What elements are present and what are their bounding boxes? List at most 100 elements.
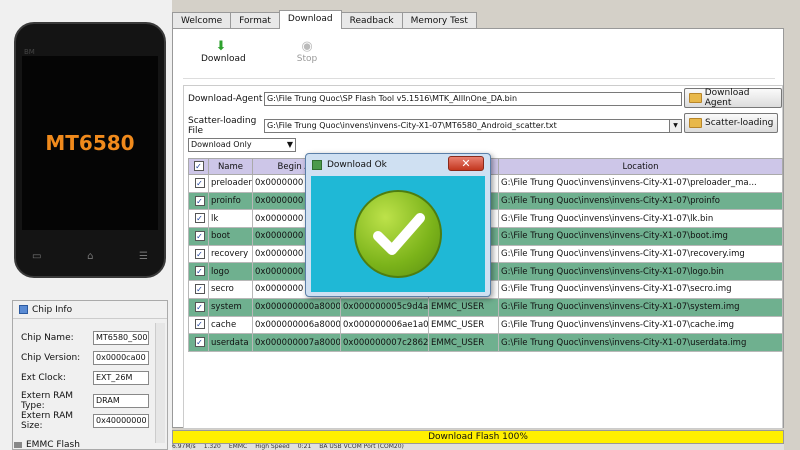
table-row[interactable]: ✓system0x000000000a8000000x000000005c9d4… [188,297,783,317]
chip-name-value: MT6580_S00 [93,331,149,345]
cell-name: proinfo [208,191,253,211]
left-pane: BM MT6580 ▭ ⌂ ☰ Chip Info Chip Name: MT6… [0,0,172,450]
emmc-icon [14,442,22,448]
cell-end: 0x000000006ae1a0cf [340,315,429,335]
row-checkbox[interactable]: ✓ [188,244,209,264]
status-speed: 6.97M/s [172,444,196,450]
checkbox-icon[interactable]: ✓ [194,301,205,312]
ram-size-label: Extern RAM Size: [21,411,73,431]
scatter-loading-button[interactable]: Scatter-loading [684,113,779,133]
chip-version-label: Chip Version: [21,353,81,363]
download-agent-row: Download-Agent G:\File Trung Quoc\SP Fla… [188,92,682,106]
table-row[interactable]: ✓userdata0x000000007a8000000x000000007c2… [188,333,783,352]
folder-icon [689,118,702,128]
checkbox-icon[interactable]: ✓ [194,230,205,241]
scatter-dropdown-icon[interactable]: ▼ [670,119,682,133]
cell-end: 0x000000007c28624f [340,333,429,352]
tab-download[interactable]: Download [278,10,342,29]
status-usb-speed: High Speed [255,444,290,450]
row-checkbox[interactable]: ✓ [188,174,209,193]
phone-softkeys: ▭ ⌂ ☰ [32,251,148,262]
checkbox-icon[interactable]: ✓ [194,195,205,206]
download-agent-button[interactable]: Download Agent [684,88,782,108]
progress-bar: Download Flash 100% [172,430,784,444]
tab-readback[interactable]: Readback [340,12,403,29]
cell-name: recovery [208,244,253,264]
menu-key-icon: ☰ [139,251,148,262]
chip-info-panel: Chip Info Chip Name: MT6580_S00 Chip Ver… [12,300,168,450]
progress-text: Download Flash 100% [428,432,528,442]
cell-name: logo [208,262,253,282]
download-mode-value: Download Only [191,140,252,149]
chip-version-value: 0x0000ca00 [93,351,149,365]
cell-begin: 0x000000006a800000 [252,315,341,335]
emmc-flash-header: EMMC Flash [14,440,80,450]
cell-location: G:\File Trung Quoc\invens\invens-City-X1… [498,333,783,352]
tab-memory-test[interactable]: Memory Test [401,12,477,29]
checkbox-icon[interactable]: ✓ [194,248,205,259]
download-mode-select[interactable]: Download Only ▼ [188,138,296,152]
phone-brand: BM [24,48,35,56]
ext-clock-row: Ext Clock: EXT_26M [21,371,149,385]
ram-type-value: DRAM [93,394,149,408]
cell-location: G:\File Trung Quoc\invens\invens-City-X1… [498,209,783,229]
emmc-label: EMMC Flash [26,440,80,450]
checkbox-icon[interactable]: ✓ [194,213,205,224]
ram-size-value: 0x40000000 [93,414,149,428]
dialog-body [311,176,485,292]
ext-clock-label: Ext Clock: [21,373,66,383]
window-right-edge [784,0,800,450]
table-row[interactable]: ✓cache0x000000006a8000000x000000006ae1a0… [188,315,783,335]
chip-info-title: Chip Info [32,304,73,315]
row-checkbox[interactable]: ✓ [188,191,209,211]
checkbox-icon[interactable]: ✓ [194,266,205,277]
select-all-checkbox[interactable]: ✓ [188,158,209,175]
cell-begin: 0x000000000a800000 [252,297,341,317]
checkbox-icon[interactable]: ✓ [194,283,205,294]
tab-welcome[interactable]: Welcome [172,12,232,29]
chip-name-label: Chip Name: [21,333,74,343]
chip-info-header: Chip Info [13,301,167,319]
back-key-icon: ▭ [32,251,42,262]
row-checkbox[interactable]: ✓ [188,315,209,335]
dialog-close-button[interactable]: ✕ [448,156,484,171]
chip-name-row: Chip Name: MT6580_S00 [21,331,149,345]
status-size: 1.320 [203,444,221,450]
chip-info-icon [19,305,28,314]
status-port: BA USB VCOM Port (COM20) [319,444,404,450]
cell-location: G:\File Trung Quoc\invens\invens-City-X1… [498,315,783,335]
cell-location: G:\File Trung Quoc\invens\invens-City-X1… [498,174,783,193]
status-bar: 6.97M/s 1.320 EMMC High Speed 0:21 BA US… [172,444,784,450]
row-checkbox[interactable]: ✓ [188,209,209,229]
chevron-down-icon: ▼ [286,140,293,149]
row-checkbox[interactable]: ✓ [188,280,209,299]
tab-bar: Welcome Format Download Readback Memory … [172,10,477,29]
col-location: Location [498,158,783,175]
chip-version-row: Chip Version: 0x0000ca00 [21,351,149,365]
phone-screen: MT6580 [22,56,158,230]
row-checkbox[interactable]: ✓ [188,227,209,246]
download-agent-button-label: Download Agent [704,88,750,108]
cell-location: G:\File Trung Quoc\invens\invens-City-X1… [498,227,783,246]
scatter-path[interactable]: G:\File Trung Quoc\invens\invens-City-X1… [264,119,670,133]
checkbox-icon[interactable]: ✓ [194,177,205,188]
cell-end: 0x000000005c9d4abf [340,297,429,317]
row-checkbox[interactable]: ✓ [188,333,209,352]
dialog-title: Download Ok [327,160,387,170]
tab-format[interactable]: Format [230,12,280,29]
cell-name: system [208,297,253,317]
cell-location: G:\File Trung Quoc\invens\invens-City-X1… [498,280,783,299]
scatter-loading-button-label: Scatter-loading [705,118,774,128]
download-agent-path[interactable]: G:\File Trung Quoc\SP Flash Tool v5.1516… [264,92,682,106]
row-checkbox[interactable]: ✓ [188,262,209,282]
phone-illustration: BM MT6580 ▭ ⌂ ☰ [14,22,166,278]
scatter-label: Scatter-loading File [188,116,257,136]
download-button[interactable]: ⬇ Download [201,39,246,64]
stop-button[interactable]: ◉ Stop [287,39,327,64]
checkbox-icon[interactable]: ✓ [194,319,205,330]
chip-info-scrollbar[interactable] [155,323,165,443]
checkbox-icon[interactable]: ✓ [194,337,205,348]
cell-location: G:\File Trung Quoc\invens\invens-City-X1… [498,244,783,264]
row-checkbox[interactable]: ✓ [188,297,209,317]
cell-name: cache [208,315,253,335]
